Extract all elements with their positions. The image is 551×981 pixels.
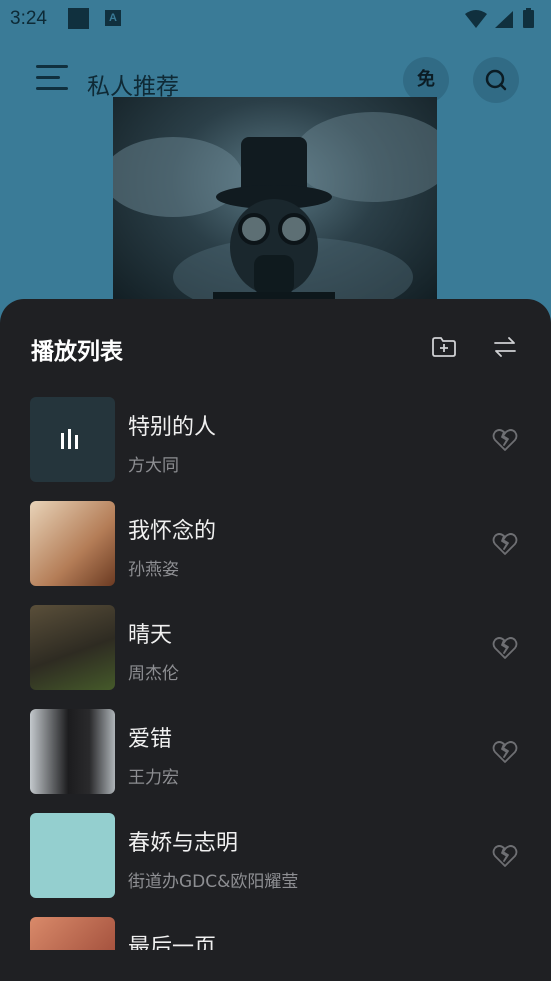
track-row[interactable]: 晴天 周杰伦 (0, 605, 551, 695)
broken-heart-icon[interactable] (491, 738, 519, 766)
track-title: 特别的人 (128, 415, 217, 440)
wifi-icon (465, 10, 487, 28)
track-row[interactable]: 春娇与志明 街道办GDC&欧阳耀莹 (0, 813, 551, 903)
broken-heart-icon[interactable] (491, 426, 519, 454)
track-title: 春娇与志明 (128, 831, 239, 856)
track-row[interactable]: 特别的人 方大同 (0, 397, 551, 487)
track-artist: 方大同 (128, 456, 179, 476)
track-artist: 孙燕姿 (128, 560, 179, 580)
album-cover[interactable] (113, 97, 437, 307)
battery-icon (523, 10, 534, 28)
broken-heart-icon[interactable] (491, 634, 519, 662)
track-artist: 王力宏 (128, 768, 179, 788)
track-art (30, 709, 115, 794)
broken-heart-icon[interactable] (491, 530, 519, 558)
track-artist: 周杰伦 (128, 664, 179, 684)
signal-icon (495, 11, 513, 28)
status-time: 3:24 (10, 8, 47, 29)
track-title: 爱错 (128, 727, 173, 752)
now-playing-icon (61, 429, 85, 449)
folder-add-icon (432, 337, 456, 357)
free-badge-label: 免 (417, 69, 435, 90)
track-artist: 街道办GDC&欧阳耀莹 (128, 872, 299, 892)
track-list[interactable]: 特别的人 方大同 我怀念的 孙燕姿 晴天 周杰伦 爱错 王力宏 春娇与志明 街道… (0, 397, 551, 950)
track-title: 我怀念的 (128, 519, 217, 544)
page-title: 私人推荐 (87, 74, 179, 100)
track-art (30, 813, 115, 898)
search-button[interactable] (473, 57, 519, 103)
status-bar: 3:24 A (0, 0, 551, 38)
playlist-title: 播放列表 (31, 339, 123, 365)
track-row[interactable]: 最后一页 (0, 917, 551, 950)
system-status-icons (465, 8, 534, 28)
track-row[interactable]: 我怀念的 孙燕姿 (0, 501, 551, 591)
menu-button[interactable] (36, 65, 68, 93)
play-mode-button[interactable] (491, 333, 519, 361)
save-to-folder-button[interactable] (430, 333, 458, 361)
hamburger-icon (36, 65, 68, 68)
album-art-figure (113, 112, 437, 307)
playlist-sheet: 播放列表 特别的人 方大同 我怀念的 孙燕姿 晴天 周杰伦 爱错 王力宏 春娇与… (0, 299, 551, 981)
track-title: 最后一页 (128, 935, 217, 950)
search-icon (485, 69, 507, 91)
track-art (30, 501, 115, 586)
track-row[interactable]: 爱错 王力宏 (0, 709, 551, 799)
track-art (30, 917, 115, 950)
sequential-play-icon (494, 337, 516, 357)
notification-icon (68, 8, 89, 29)
track-art (30, 605, 115, 690)
notification-badge: A (105, 10, 121, 26)
track-art (30, 397, 115, 482)
track-title: 晴天 (128, 623, 173, 648)
broken-heart-icon[interactable] (491, 842, 519, 870)
